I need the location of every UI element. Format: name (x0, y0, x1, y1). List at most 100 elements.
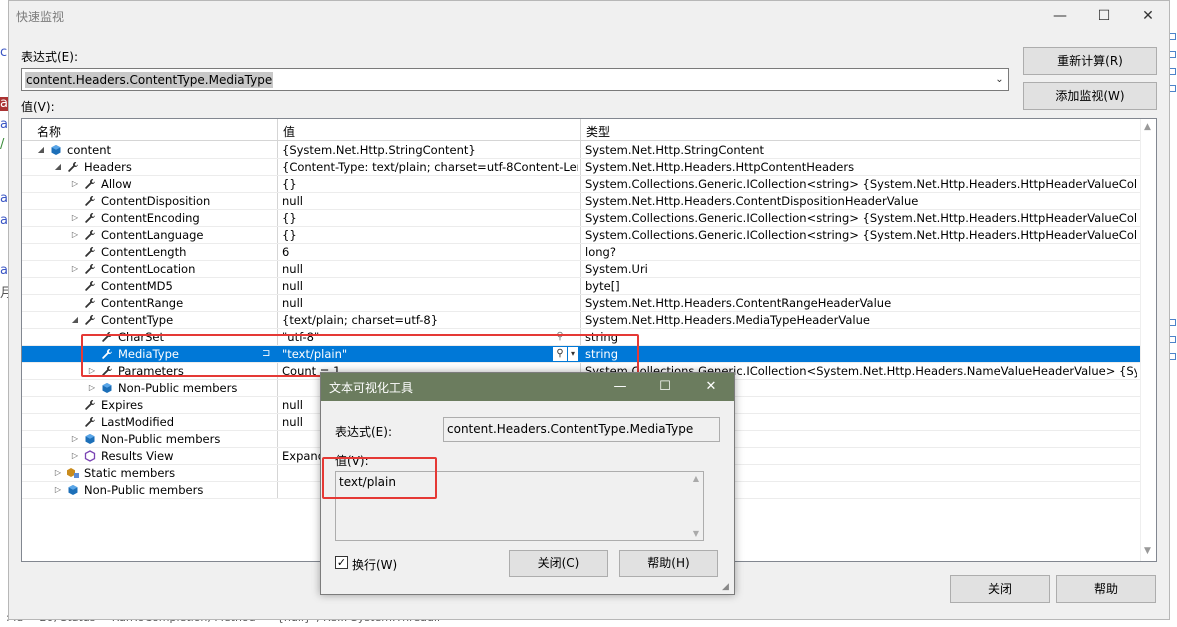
bg-glyph: a (0, 191, 8, 206)
wrench-icon (83, 312, 97, 330)
screen: { "background": { "left_glyphs": ["c", "… (0, 0, 1177, 627)
column-header-value[interactable]: 值 (283, 123, 295, 140)
table-row[interactable]: ▷ ContentLanguage {} System.Collections.Gen… (22, 227, 1140, 244)
wrench-icon (66, 159, 80, 177)
close-window-button[interactable]: ✕ (688, 373, 734, 401)
help-button[interactable]: 帮助 (1056, 575, 1156, 603)
visualizer-close-button[interactable]: 关闭(C) (509, 550, 608, 577)
expression-text[interactable]: content.Headers.ContentType.MediaType (25, 72, 274, 88)
add-watch-button[interactable]: 添加监视(W) (1023, 82, 1157, 110)
row-value[interactable]: {} (282, 210, 578, 226)
wrench-icon (83, 176, 97, 194)
row-type: System.Net.Http.Headers.ContentDispositi… (585, 194, 919, 208)
cube-icon (66, 482, 80, 500)
row-value[interactable]: {System.Net.Http.StringContent} (282, 142, 578, 158)
table-row[interactable]: ▷ ContentLocation null System.Uri (22, 261, 1140, 278)
row-value[interactable]: {} (282, 176, 578, 192)
expand-toggle-icon[interactable]: ▷ (70, 261, 80, 277)
scroll-down-icon[interactable]: ▼ (1144, 546, 1151, 556)
minimize-button[interactable]: — (597, 373, 643, 401)
wrench-icon (83, 278, 97, 296)
table-row[interactable]: ContentMD5 null byte[] (22, 278, 1140, 295)
minimize-button[interactable]: — (1037, 1, 1083, 31)
expand-toggle-icon[interactable]: ▷ (70, 176, 80, 192)
table-row[interactable]: ContentLength 6 long? (22, 244, 1140, 261)
row-name: Non-Public members (84, 483, 204, 497)
row-value[interactable]: {text/plain; charset=utf-8} (282, 312, 578, 328)
wrench-icon (83, 193, 97, 211)
row-type: System.Net.Http.Headers.MediaTypeHeaderV… (585, 313, 870, 327)
vertical-scrollbar[interactable]: ▲ ▼ (1140, 119, 1156, 561)
expand-toggle-icon[interactable]: ▷ (70, 227, 80, 243)
grid-header: 名称 值 类型 (22, 119, 1140, 141)
row-type: System.Net.Http.StringContent (585, 143, 765, 157)
wrench-icon (83, 244, 97, 262)
row-value[interactable]: null (282, 193, 578, 209)
table-row[interactable]: ◢ ContentType {text/plain; charset=utf-8} S… (22, 312, 1140, 329)
table-row[interactable]: ▷ Allow {} System.Collections.Generic.IColl… (22, 176, 1140, 193)
visualizer-expression-field[interactable]: content.Headers.ContentType.MediaType (443, 417, 720, 442)
expand-toggle-icon[interactable]: ▷ (70, 210, 80, 226)
expression-label: 表达式(E): (21, 50, 78, 64)
row-type: System.Uri (585, 262, 648, 276)
row-type: System.Net.Http.Headers.HttpContentHeade… (585, 160, 855, 174)
table-row[interactable]: ◢ content {System.Net.Http.StringContent} S… (22, 142, 1140, 159)
static-icon (66, 465, 80, 483)
expand-toggle-icon[interactable]: ▷ (53, 465, 63, 481)
wrench-icon (83, 210, 97, 228)
wrap-checkbox[interactable]: ✓ (335, 556, 348, 569)
expand-toggle-icon[interactable]: ◢ (70, 312, 80, 328)
close-window-button[interactable]: ✕ (1125, 1, 1171, 31)
close-button[interactable]: 关闭 (950, 575, 1050, 603)
row-name: Static members (84, 466, 176, 480)
visualizer-help-button[interactable]: 帮助(H) (619, 550, 718, 577)
chevron-down-icon[interactable]: ⌄ (991, 69, 1008, 90)
row-name: ContentDisposition (101, 194, 211, 208)
wrench-icon (83, 397, 97, 415)
row-value[interactable]: null (282, 278, 578, 294)
expand-toggle-icon[interactable]: ▷ (53, 482, 63, 498)
visualizer-titlebar: 文本可视化工具 — ☐ ✕ (321, 373, 734, 401)
row-type: System.Net.Http.Headers.ContentRangeHead… (585, 296, 892, 310)
value-label: 值(V): (21, 100, 55, 114)
expand-toggle-icon[interactable]: ◢ (36, 142, 46, 158)
column-header-name[interactable]: 名称 (37, 123, 61, 140)
table-row[interactable]: ContentRange null System.Net.Http.Headers.… (22, 295, 1140, 312)
row-name: content (67, 143, 112, 157)
resize-grip-icon[interactable]: ◢ (722, 582, 732, 592)
bg-glyph: / (0, 137, 5, 152)
row-name: Headers (84, 160, 132, 174)
row-name: ContentLanguage (101, 228, 204, 242)
maximize-button[interactable]: ☐ (1081, 1, 1127, 31)
expand-toggle-icon[interactable]: ▷ (87, 380, 97, 396)
row-value[interactable]: {Content-Type: text/plain; charset=utf-8… (282, 159, 578, 175)
wrap-label[interactable]: 换行(W) (352, 556, 397, 573)
row-value[interactable]: {} (282, 227, 578, 243)
row-value[interactable]: 6 (282, 244, 578, 260)
row-name: ContentEncoding (101, 211, 200, 225)
scroll-down-icon[interactable]: ▼ (693, 529, 699, 538)
expand-toggle-icon[interactable]: ◢ (53, 159, 63, 175)
row-type: System.Collections.Generic.ICollection<s… (585, 228, 1137, 242)
column-header-type[interactable]: 类型 (586, 123, 610, 140)
row-value[interactable]: null (282, 261, 578, 277)
expression-combobox[interactable]: content.Headers.ContentType.MediaType ⌄ (21, 68, 1009, 91)
scroll-up-icon[interactable]: ▲ (1144, 122, 1151, 132)
table-row[interactable]: ◢ Headers {Content-Type: text/plain; chars… (22, 159, 1140, 176)
row-name: ContentLocation (101, 262, 196, 276)
highlight-outline (81, 334, 639, 377)
expand-toggle-icon[interactable]: ▷ (70, 431, 80, 447)
wrench-icon (83, 414, 97, 432)
row-value[interactable]: null (282, 295, 578, 311)
scroll-up-icon[interactable]: ▲ (693, 474, 699, 483)
row-name: ContentMD5 (101, 279, 173, 293)
cube-icon (83, 431, 97, 449)
row-name: Allow (101, 177, 132, 191)
expand-toggle-icon[interactable]: ▷ (70, 448, 80, 464)
table-row[interactable]: ▷ ContentEncoding {} System.Collections.Gen… (22, 210, 1140, 227)
recalculate-button[interactable]: 重新计算(R) (1023, 47, 1157, 75)
table-row[interactable]: ContentDisposition null System.Net.Http.He… (22, 193, 1140, 210)
bg-glyph: 月 (0, 286, 14, 301)
row-type: System.Collections.Generic.ICollection<s… (585, 211, 1137, 225)
maximize-button[interactable]: ☐ (642, 373, 688, 401)
